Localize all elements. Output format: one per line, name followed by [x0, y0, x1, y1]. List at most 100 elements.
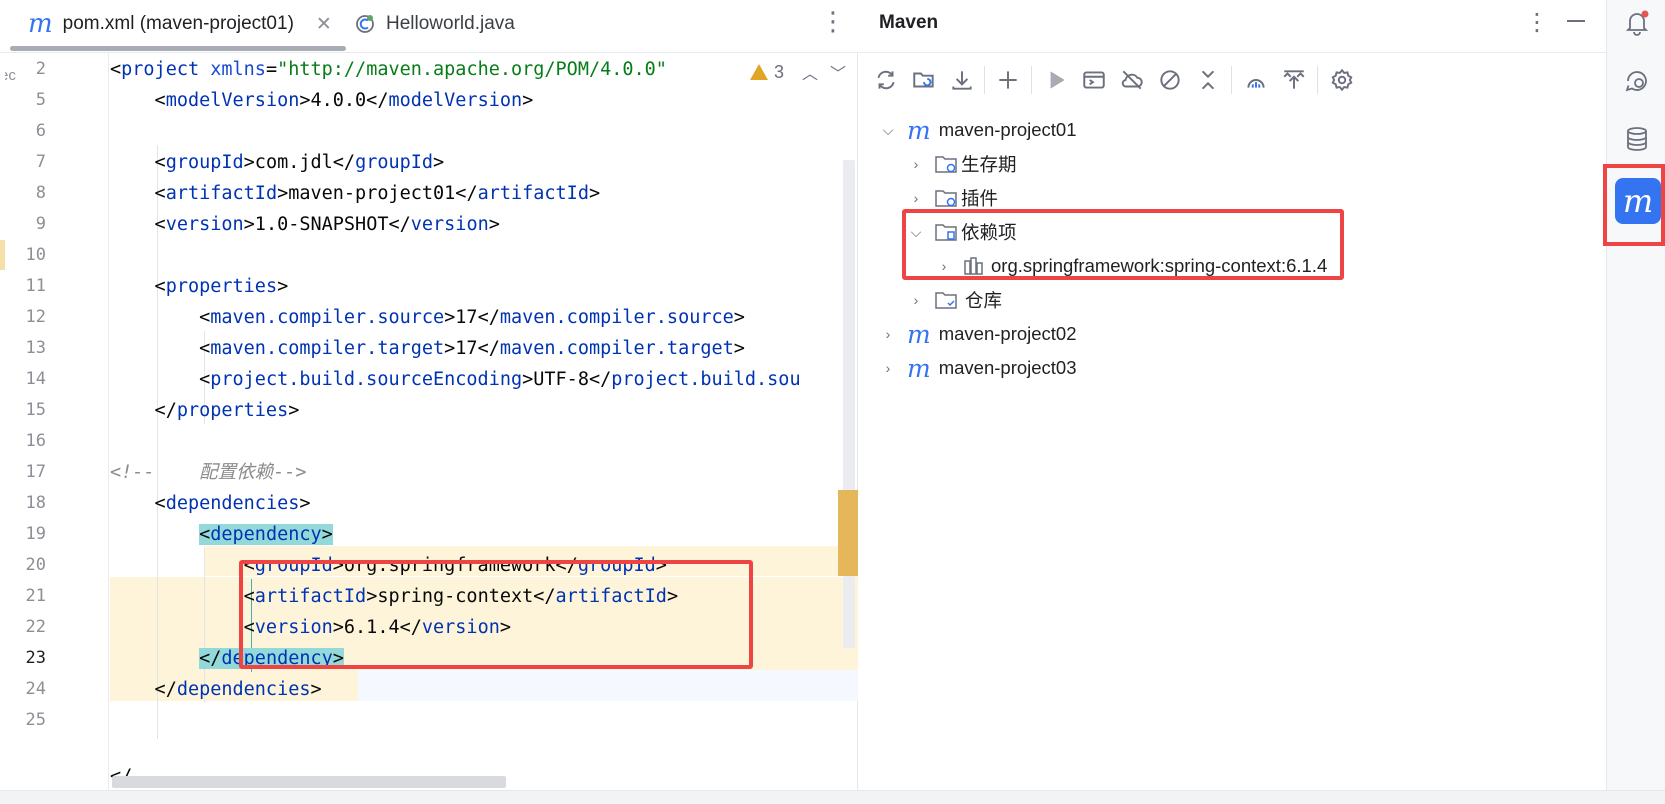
code-token: dependencies [165, 493, 300, 514]
skip-tests-icon[interactable] [1153, 60, 1187, 100]
offline-icon[interactable] [1115, 60, 1149, 100]
tree-node-label: maven-project02 [938, 323, 1077, 344]
chevron-right-icon[interactable]: › [879, 360, 897, 376]
code-token: > [310, 679, 322, 700]
reload-folder-icon[interactable] [907, 60, 941, 100]
tree-node-label: 生存期 [961, 154, 1017, 175]
tab-pom-xml[interactable]: m pom.xml (maven-project01) ✕ [28, 0, 332, 48]
code-line: <dependencies> [110, 487, 311, 520]
add-icon[interactable] [991, 60, 1025, 100]
tree-node-project[interactable]: › m maven-project03 [879, 351, 1077, 385]
download-icon[interactable] [945, 60, 979, 100]
code-token: version [410, 214, 489, 235]
code-token: groupId [165, 152, 244, 173]
code-line: <version>1.0-SNAPSHOT</version> [110, 208, 500, 241]
code-token: > [522, 90, 534, 111]
lifecycle-folder-icon [935, 156, 957, 173]
code-token: >UTF-8</ [522, 369, 612, 390]
code-token: < [110, 493, 166, 514]
code-token: </ [110, 400, 177, 421]
repositories-folder-icon [935, 292, 957, 309]
maven-project-icon: m [907, 115, 931, 145]
tree-node-label: maven-project03 [938, 357, 1077, 378]
tab-helloworld-java[interactable]: Helloworld.java [354, 0, 515, 48]
database-icon[interactable] [1624, 126, 1650, 152]
line-number: 17 [25, 462, 46, 482]
code-token: >17</ [444, 307, 500, 328]
tree-node-project[interactable]: › m maven-project02 [879, 317, 1077, 351]
code-token: < [110, 369, 211, 390]
code-area[interactable]: <project xmlns="http://maven.apache.org/… [110, 53, 858, 790]
code-token: >1.0-SNAPSHOT</ [243, 214, 411, 235]
code-token: project.build.sourceEncoding [210, 369, 523, 390]
chevron-down-icon[interactable]: ⌵ [879, 122, 897, 139]
chevron-up-icon[interactable]: ︿ [802, 60, 818, 84]
tree-node-lifecycle[interactable]: › 生存期 [907, 147, 1017, 181]
code-token: artifactId [165, 183, 278, 204]
inspection-widget[interactable]: 3 ︿ ﹀ [750, 60, 846, 84]
reload-icon[interactable] [869, 60, 903, 100]
settings-icon[interactable] [1325, 60, 1359, 100]
chevron-right-icon[interactable]: › [907, 292, 925, 308]
code-token: < [110, 152, 166, 173]
tab-label: pom.xml (maven-project01) [62, 13, 294, 34]
code-token: modelVersion [165, 90, 300, 111]
maven-tool-window: Maven ⋮ ⌵ m maven-project01 › 生存期 › 插件 ⌵… [859, 0, 1606, 790]
change-marker [0, 240, 5, 270]
code-token: </ [199, 648, 222, 669]
ide-window: m pom.xml (maven-project01) ✕ Helloworld… [0, 0, 1665, 804]
code-token: maven.compiler.source [499, 307, 734, 328]
line-number: 23 [25, 648, 46, 668]
code-token: > [277, 276, 289, 297]
close-icon[interactable]: ✕ [316, 13, 332, 36]
ai-assistant-icon[interactable] [1624, 68, 1650, 94]
tree-node-project[interactable]: ⌵ m maven-project01 [879, 113, 1077, 147]
code-line: <groupId>com.jdl</groupId> [110, 146, 445, 179]
chevron-right-icon[interactable]: › [907, 156, 925, 172]
horizontal-scrollbar[interactable] [112, 776, 506, 788]
code-token: > [288, 400, 300, 421]
code-token: > [733, 307, 745, 328]
code-token: groupId [355, 152, 434, 173]
code-line: <!-- 配置依赖--> [110, 456, 307, 489]
minimize-icon[interactable] [1567, 20, 1585, 22]
code-token: > [488, 214, 500, 235]
toolbar-separator [1317, 66, 1318, 94]
code-token: < [199, 524, 211, 545]
code-token: > [733, 338, 745, 359]
more-options-icon[interactable]: ⋮ [1525, 8, 1549, 37]
more-options-icon[interactable]: ⋮ [820, 8, 846, 34]
maven-file-icon: m [28, 9, 53, 39]
chevron-right-icon[interactable]: › [907, 190, 925, 206]
annotation-box-dependency [239, 560, 753, 669]
code-token: >4.0.0</ [299, 90, 389, 111]
line-number: 25 [25, 710, 46, 730]
chevron-down-icon[interactable]: ﹀ [830, 60, 846, 84]
line-number: 14 [25, 369, 46, 389]
run-config-icon[interactable] [1077, 60, 1111, 100]
line-number-gutter: ec 2 5 6 7 8 9 10 11 12 13 14 15 16 17 18 19 20 21 22 23 24 2… [0, 53, 108, 790]
line-number: 11 [25, 276, 46, 296]
run-icon[interactable] [1039, 60, 1073, 100]
show-dependencies-icon[interactable] [1277, 60, 1311, 100]
notifications-icon[interactable] [1624, 10, 1650, 36]
line-number: 9 [35, 214, 46, 234]
tree-node-label: 仓库 [965, 290, 1003, 311]
line-number: 20 [25, 555, 46, 575]
line-number: 16 [25, 431, 46, 451]
chevron-right-icon[interactable]: › [879, 326, 897, 342]
analyze-icon[interactable] [1239, 60, 1273, 100]
maven-tool-icon[interactable]: m [1615, 178, 1661, 224]
code-token: <!-- 配置依赖--> [110, 462, 307, 483]
line-number: 13 [25, 338, 46, 358]
tree-node-repositories[interactable]: › 仓库 [907, 283, 1002, 317]
collapse-icon[interactable] [1191, 60, 1225, 100]
code-token: version [165, 214, 244, 235]
code-token: properties [176, 400, 289, 421]
line-number: 21 [25, 586, 46, 606]
line-number: 7 [35, 152, 46, 172]
line-number: 12 [25, 307, 46, 327]
code-line: <properties> [110, 270, 289, 303]
